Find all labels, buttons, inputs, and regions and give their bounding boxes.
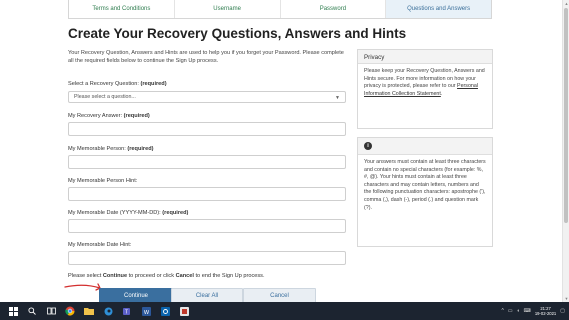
memorable-date-hint-input[interactable] (68, 251, 346, 265)
notification-icon[interactable]: ▢ (560, 308, 565, 314)
search-icon[interactable] (26, 305, 38, 317)
app-icon[interactable] (178, 305, 190, 317)
memorable-person-input[interactable] (68, 155, 346, 169)
person-label: My Memorable Person: (required) (68, 146, 154, 152)
info-text: Your answers must contain at least three… (364, 159, 486, 211)
svg-text:T: T (124, 309, 127, 315)
date-label: My Memorable Date (YYYY-MM-DD): (require… (68, 210, 189, 216)
privacy-heading: Privacy (358, 50, 492, 64)
recovery-answer-input[interactable] (68, 122, 346, 136)
step-terms[interactable]: Terms and Conditions (69, 0, 175, 18)
svg-text:W: W (143, 309, 149, 315)
intro-text: Your Recovery Question, Answers and Hint… (68, 50, 344, 64)
person-hint-label: My Memorable Person Hint: (68, 178, 138, 184)
volume-icon[interactable]: ◖ (517, 308, 520, 314)
progress-steps: Terms and Conditions Username Password Q… (68, 0, 492, 19)
answer-label: My Recovery Answer: (required) (68, 113, 150, 119)
chevron-up-icon[interactable]: ^ (502, 308, 504, 314)
date-hint-label: My Memorable Date Hint: (68, 242, 132, 248)
clear-all-button[interactable]: Clear All (171, 288, 243, 303)
info-icon: i (364, 142, 372, 150)
scroll-up-icon[interactable]: ▲ (563, 0, 569, 7)
windows-start-icon[interactable] (7, 305, 19, 317)
keyboard-icon[interactable]: ⌨ (524, 308, 531, 314)
cancel-button[interactable]: Cancel (243, 288, 316, 303)
edge-icon[interactable] (102, 305, 114, 317)
file-explorer-icon[interactable] (83, 305, 95, 317)
scroll-thumb[interactable] (564, 8, 568, 223)
step-password[interactable]: Password (280, 0, 387, 18)
windows-taskbar: T W ^ ▭ ◖ ⌨ 21:27 19-02-2021 ▢ (0, 302, 569, 320)
question-label: Select a Recovery Question: (required) (68, 81, 167, 87)
info-heading: i (358, 138, 492, 155)
privacy-text: Please keep your Recovery Question, Answ… (364, 68, 485, 97)
page-title: Create Your Recovery Questions, Answers … (68, 26, 407, 41)
info-panel: i Your answers must contain at least thr… (357, 137, 493, 247)
chevron-down-icon: ▼ (335, 95, 340, 101)
task-view-icon[interactable] (45, 305, 57, 317)
proceed-instructions: Please select Continue to proceed or cli… (68, 273, 265, 279)
word-icon[interactable]: W (140, 305, 152, 317)
system-tray: ^ ▭ ◖ ⌨ 21:27 19-02-2021 ▢ (502, 302, 566, 320)
clock[interactable]: 21:27 19-02-2021 (535, 306, 556, 316)
network-icon[interactable]: ▭ (508, 308, 513, 314)
memorable-person-hint-input[interactable] (68, 187, 346, 201)
outlook-icon[interactable] (159, 305, 171, 317)
continue-button[interactable]: Continue (99, 288, 173, 303)
chrome-icon[interactable] (64, 305, 76, 317)
page-scrollbar[interactable]: ▲ ▼ (562, 0, 569, 302)
recovery-question-select[interactable]: Please select a question... ▼ (68, 91, 346, 103)
memorable-date-input[interactable] (68, 219, 346, 233)
step-questions-answers[interactable]: Questions and Answers (386, 0, 491, 18)
scroll-down-icon[interactable]: ▼ (563, 295, 569, 302)
privacy-panel: Privacy Please keep your Recovery Questi… (357, 49, 493, 129)
teams-icon[interactable]: T (121, 305, 133, 317)
step-username[interactable]: Username (174, 0, 281, 18)
